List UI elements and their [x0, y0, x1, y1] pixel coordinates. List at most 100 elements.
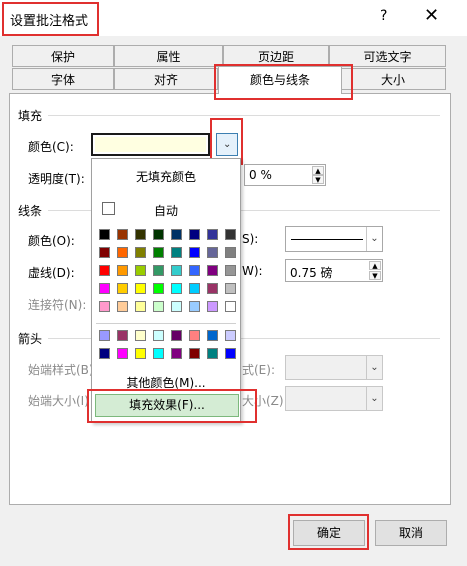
color-swatch[interactable]: [135, 348, 146, 359]
color-swatch[interactable]: [171, 330, 182, 341]
color-dropdown-popup: 无填充颜色 自动 其他颜色(M)... 填充效果(F)...: [91, 158, 241, 423]
color-swatch[interactable]: [225, 348, 236, 359]
color-swatch[interactable]: [153, 330, 164, 341]
color-swatch[interactable]: [225, 283, 236, 294]
section-line: 线条: [18, 204, 43, 218]
color-swatch[interactable]: [171, 247, 182, 258]
tab-alignment[interactable]: 对齐: [114, 68, 218, 90]
color-swatch[interactable]: [153, 283, 164, 294]
tab-alt-text[interactable]: 可选文字: [329, 45, 446, 67]
color-swatch[interactable]: [225, 265, 236, 276]
color-swatch[interactable]: [153, 247, 164, 258]
color-swatch[interactable]: [207, 301, 218, 312]
color-swatch[interactable]: [207, 330, 218, 341]
fill-color-combo[interactable]: [91, 133, 210, 156]
color-swatch[interactable]: [189, 330, 200, 341]
tab-margins[interactable]: 页边距: [223, 45, 329, 67]
color-swatch[interactable]: [135, 229, 146, 240]
line-color-label: 颜色(O):: [28, 234, 75, 248]
color-swatch[interactable]: [225, 301, 236, 312]
color-swatch[interactable]: [99, 283, 110, 294]
color-swatch[interactable]: [171, 229, 182, 240]
color-swatch[interactable]: [225, 330, 236, 341]
color-swatch[interactable]: [153, 348, 164, 359]
color-swatch[interactable]: [135, 330, 146, 341]
tab-font[interactable]: 字体: [12, 68, 114, 90]
fill-color-swatch: [95, 137, 206, 152]
color-swatch[interactable]: [117, 247, 128, 258]
color-swatch[interactable]: [171, 348, 182, 359]
auto-option[interactable]: 自动: [154, 202, 178, 219]
color-swatch[interactable]: [117, 348, 128, 359]
fill-color-dropdown-button[interactable]: ⌄: [216, 133, 238, 156]
color-swatch[interactable]: [189, 283, 200, 294]
color-swatch[interactable]: [99, 247, 110, 258]
no-fill-option[interactable]: 无填充颜色: [92, 168, 240, 185]
section-arrows: 箭头: [18, 332, 43, 346]
spin-up-icon[interactable]: ▲: [312, 166, 324, 175]
tab-properties[interactable]: 属性: [114, 45, 223, 67]
fill-effects-option[interactable]: 填充效果(F)...: [95, 394, 239, 417]
color-swatch[interactable]: [189, 348, 200, 359]
color-swatch[interactable]: [207, 247, 218, 258]
line-weight-field[interactable]: 0.75 磅 ▲ ▼: [285, 259, 383, 282]
color-swatch[interactable]: [171, 301, 182, 312]
color-swatch[interactable]: [225, 247, 236, 258]
end-style-label: 式(E):: [242, 363, 275, 377]
end-size-combo[interactable]: ⌄: [285, 386, 383, 411]
more-colors-option[interactable]: 其他颜色(M)...: [92, 374, 240, 391]
color-swatch[interactable]: [207, 348, 218, 359]
ok-button[interactable]: 确定: [293, 520, 365, 546]
color-swatch[interactable]: [99, 229, 110, 240]
color-swatch[interactable]: [117, 229, 128, 240]
color-swatch[interactable]: [135, 301, 146, 312]
chevron-down-icon: ⌄: [223, 139, 232, 150]
help-icon[interactable]: ?: [380, 8, 387, 24]
divider: [48, 115, 440, 116]
end-size-label: 大小(Z):: [242, 394, 288, 408]
spin-up-icon[interactable]: ▲: [369, 261, 381, 270]
color-swatch[interactable]: [117, 301, 128, 312]
cancel-button[interactable]: 取消: [375, 520, 447, 546]
fill-color-label: 颜色(C):: [28, 140, 74, 154]
chevron-down-icon: ⌄: [366, 356, 382, 379]
color-swatch[interactable]: [189, 247, 200, 258]
line-style-label: S):: [242, 232, 259, 246]
color-swatch[interactable]: [189, 265, 200, 276]
color-swatch[interactable]: [189, 301, 200, 312]
section-fill: 填充: [18, 109, 43, 123]
color-swatch[interactable]: [171, 283, 182, 294]
end-style-combo[interactable]: ⌄: [285, 355, 383, 380]
color-swatch[interactable]: [99, 301, 110, 312]
close-icon[interactable]: ✕: [424, 5, 439, 26]
color-swatch[interactable]: [207, 229, 218, 240]
color-swatch[interactable]: [153, 229, 164, 240]
line-weight-label: W):: [242, 264, 263, 278]
color-swatch[interactable]: [135, 283, 146, 294]
color-swatch[interactable]: [207, 265, 218, 276]
auto-swatch: [102, 202, 115, 215]
color-swatch[interactable]: [207, 283, 218, 294]
color-swatch[interactable]: [117, 330, 128, 341]
color-swatch[interactable]: [153, 265, 164, 276]
spin-down-icon[interactable]: ▼: [369, 271, 381, 280]
color-swatch[interactable]: [171, 265, 182, 276]
chevron-down-icon: ⌄: [366, 227, 382, 251]
color-swatch[interactable]: [153, 301, 164, 312]
tab-protection[interactable]: 保护: [12, 45, 114, 67]
color-swatch[interactable]: [117, 265, 128, 276]
color-swatch[interactable]: [99, 265, 110, 276]
color-swatch[interactable]: [99, 330, 110, 341]
tab-size[interactable]: 大小: [340, 68, 446, 90]
color-swatch[interactable]: [135, 265, 146, 276]
connector-label: 连接符(N):: [28, 298, 87, 312]
transparency-field[interactable]: 0 % ▲ ▼: [244, 164, 326, 186]
line-style-combo[interactable]: ⌄: [285, 226, 383, 252]
tab-colors-lines[interactable]: 颜色与线条: [218, 66, 342, 94]
color-swatch[interactable]: [99, 348, 110, 359]
color-swatch[interactable]: [189, 229, 200, 240]
spin-down-icon[interactable]: ▼: [312, 175, 324, 184]
color-swatch[interactable]: [135, 247, 146, 258]
color-swatch[interactable]: [225, 229, 236, 240]
color-swatch[interactable]: [117, 283, 128, 294]
